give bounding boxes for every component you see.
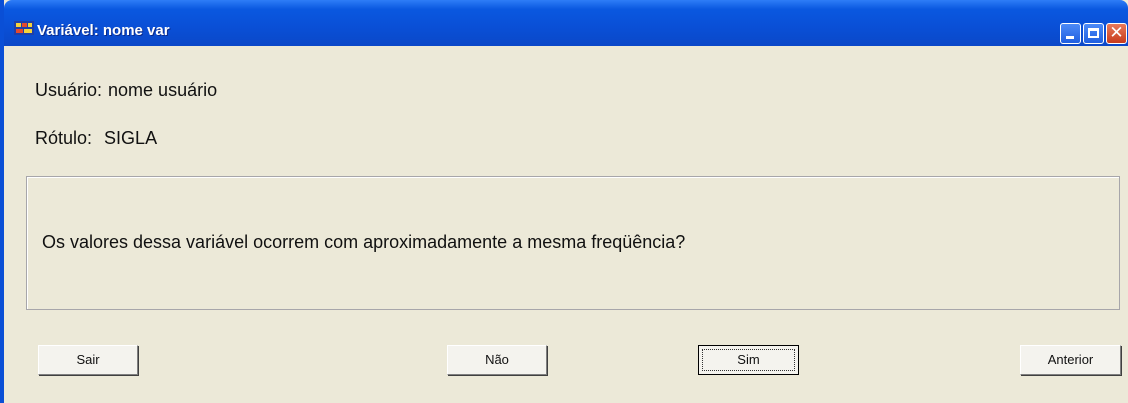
rotulo-label: Rótulo: <box>35 128 93 148</box>
minimize-icon <box>1066 36 1074 39</box>
rotulo-row: Rótulo: SIGLA <box>35 128 157 149</box>
focus-rectangle <box>702 349 795 371</box>
dialog-window: Variável: nome var ✕ Usuário: nome usuári… <box>0 0 1128 403</box>
sair-button[interactable]: Sair <box>38 345 138 375</box>
close-button[interactable]: ✕ <box>1106 23 1127 44</box>
nao-button[interactable]: Não <box>447 345 547 375</box>
title-bar[interactable]: Variável: nome var ✕ <box>4 0 1128 46</box>
maximize-icon <box>1088 28 1099 38</box>
question-text: Os valores dessa variável ocorrem com ap… <box>42 232 686 252</box>
anterior-button[interactable]: Anterior <box>1020 345 1121 375</box>
maximize-button[interactable] <box>1083 23 1104 44</box>
minimize-button[interactable] <box>1060 23 1081 44</box>
user-label: Usuário: <box>35 80 103 100</box>
sim-button[interactable]: Sim <box>698 345 799 375</box>
app-icon <box>14 21 34 35</box>
window-title: Variável: nome var <box>37 22 170 39</box>
user-value: nome usuário <box>108 80 218 100</box>
rotulo-value: SIGLA <box>104 128 158 148</box>
user-row: Usuário: nome usuário <box>35 80 217 101</box>
close-icon: ✕ <box>1109 23 1124 43</box>
